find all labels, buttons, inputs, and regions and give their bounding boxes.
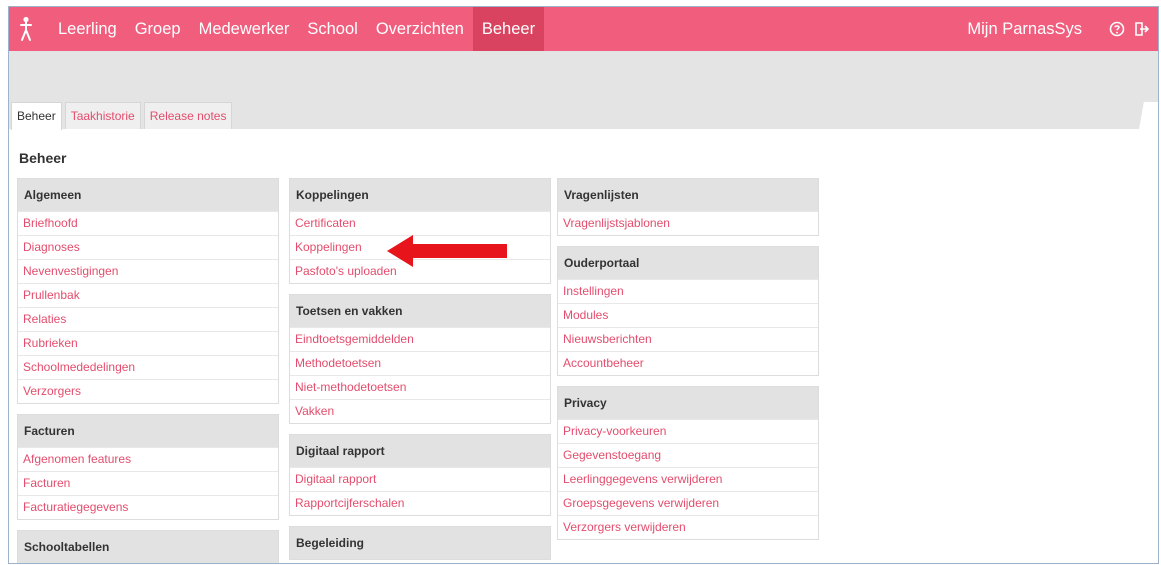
link-briefhoofd[interactable]: Briefhoofd: [18, 211, 278, 235]
nav-medewerker[interactable]: Medewerker: [190, 7, 299, 51]
panel-header: Koppelingen: [290, 179, 550, 211]
link-privacy-voorkeuren[interactable]: Privacy-voorkeuren: [558, 419, 818, 443]
link-nevenvestigingen[interactable]: Nevenvestigingen: [18, 259, 278, 283]
panel-digitaal-rapport: Digitaal rapport Digitaal rapport Rapportc…: [289, 434, 551, 516]
link-groepsgegevens-verwijderen[interactable]: Groepsgegevens verwijderen: [558, 491, 818, 515]
main-nav: Leerling Groep Medewerker School Overzichten…: [49, 7, 545, 51]
mijn-parnassys-link[interactable]: Mijn ParnasSys: [967, 20, 1082, 39]
top-navigation-bar: Leerling Groep Medewerker School Overzichten…: [9, 7, 1158, 51]
panel-column-3: Vragenlijsten Vragenlijstsjablonen Ouderpo…: [557, 178, 819, 550]
band-corner: [1128, 102, 1158, 129]
link-facturatiegegevens[interactable]: Facturatiegegevens: [18, 495, 278, 519]
link-afgenomen-features[interactable]: Afgenomen features: [18, 447, 278, 471]
nav-school[interactable]: School: [298, 7, 366, 51]
panel-vragenlijsten: Vragenlijsten Vragenlijstsjablonen: [557, 178, 819, 236]
link-instellingen[interactable]: Instellingen: [558, 279, 818, 303]
panel-toetsen-en-vakken: Toetsen en vakken Eindtoetsgemiddelden Met…: [289, 294, 551, 424]
link-verzorgers-verwijderen[interactable]: Verzorgers verwijderen: [558, 515, 818, 539]
link-rapportcijferschalen[interactable]: Rapportcijferschalen: [290, 491, 550, 515]
link-vragenlijstsjablonen[interactable]: Vragenlijstsjablonen: [558, 211, 818, 235]
page-title: Beheer: [19, 150, 67, 166]
tab-bar: Beheer Taakhistorie Release notes: [11, 102, 235, 130]
panel-column-1: Algemeen Briefhoofd Diagnoses Nevenvestigin…: [17, 178, 279, 563]
panel-facturen: Facturen Afgenomen features Facturen Factur…: [17, 414, 279, 520]
link-modules[interactable]: Modules: [558, 303, 818, 327]
tab-taakhistorie[interactable]: Taakhistorie: [64, 102, 141, 129]
panel-header: Vragenlijsten: [558, 179, 818, 211]
nav-overzichten[interactable]: Overzichten: [367, 7, 473, 51]
tab-release-notes[interactable]: Release notes: [143, 102, 233, 129]
app-window: Leerling Groep Medewerker School Overzichten…: [8, 6, 1159, 564]
panel-header: Facturen: [18, 415, 278, 447]
link-nieuwsberichten[interactable]: Nieuwsberichten: [558, 327, 818, 351]
logout-icon[interactable]: [1132, 20, 1150, 38]
nav-beheer[interactable]: Beheer: [472, 7, 545, 51]
link-leerlinggegevens-verwijderen[interactable]: Leerlinggegevens verwijderen: [558, 467, 818, 491]
link-digitaal-rapport[interactable]: Digitaal rapport: [290, 467, 550, 491]
panel-header: Schooltabellen: [18, 531, 278, 563]
panel-header: Ouderportaal: [558, 247, 818, 279]
panel-header: Privacy: [558, 387, 818, 419]
panel-header: Begeleiding: [290, 527, 550, 559]
link-accountbeheer[interactable]: Accountbeheer: [558, 351, 818, 375]
nav-right: Mijn ParnasSys: [967, 7, 1150, 51]
panel-header: Digitaal rapport: [290, 435, 550, 467]
panel-ouderportaal: Ouderportaal Instellingen Modules Nieuwsber…: [557, 246, 819, 376]
link-gegevenstoegang[interactable]: Gegevenstoegang: [558, 443, 818, 467]
person-logo-icon[interactable]: [15, 16, 37, 42]
link-verzorgers[interactable]: Verzorgers: [18, 379, 278, 403]
help-icon[interactable]: [1108, 20, 1126, 38]
nav-leerling[interactable]: Leerling: [49, 7, 126, 51]
link-schoolmededelingen[interactable]: Schoolmededelingen: [18, 355, 278, 379]
panel-privacy: Privacy Privacy-voorkeuren Gegevenstoegang…: [557, 386, 819, 540]
link-niet-methodetoetsen[interactable]: Niet-methodetoetsen: [290, 375, 550, 399]
panel-algemeen: Algemeen Briefhoofd Diagnoses Nevenvestigin…: [17, 178, 279, 404]
link-vakken[interactable]: Vakken: [290, 399, 550, 423]
panel-schooltabellen: Schooltabellen: [17, 530, 279, 563]
link-facturen[interactable]: Facturen: [18, 471, 278, 495]
link-eindtoetsgemiddelden[interactable]: Eindtoetsgemiddelden: [290, 327, 550, 351]
tab-beheer[interactable]: Beheer: [11, 102, 62, 130]
panel-header: Algemeen: [18, 179, 278, 211]
link-certificaten[interactable]: Certificaten: [290, 211, 550, 235]
link-methodetoetsen[interactable]: Methodetoetsen: [290, 351, 550, 375]
panel-begeleiding: Begeleiding: [289, 526, 551, 560]
red-arrow-annotation: [387, 235, 507, 267]
link-prullenbak[interactable]: Prullenbak: [18, 283, 278, 307]
panel-header: Toetsen en vakken: [290, 295, 550, 327]
link-diagnoses[interactable]: Diagnoses: [18, 235, 278, 259]
nav-groep[interactable]: Groep: [126, 7, 190, 51]
link-rubrieken[interactable]: Rubrieken: [18, 331, 278, 355]
link-relaties[interactable]: Relaties: [18, 307, 278, 331]
